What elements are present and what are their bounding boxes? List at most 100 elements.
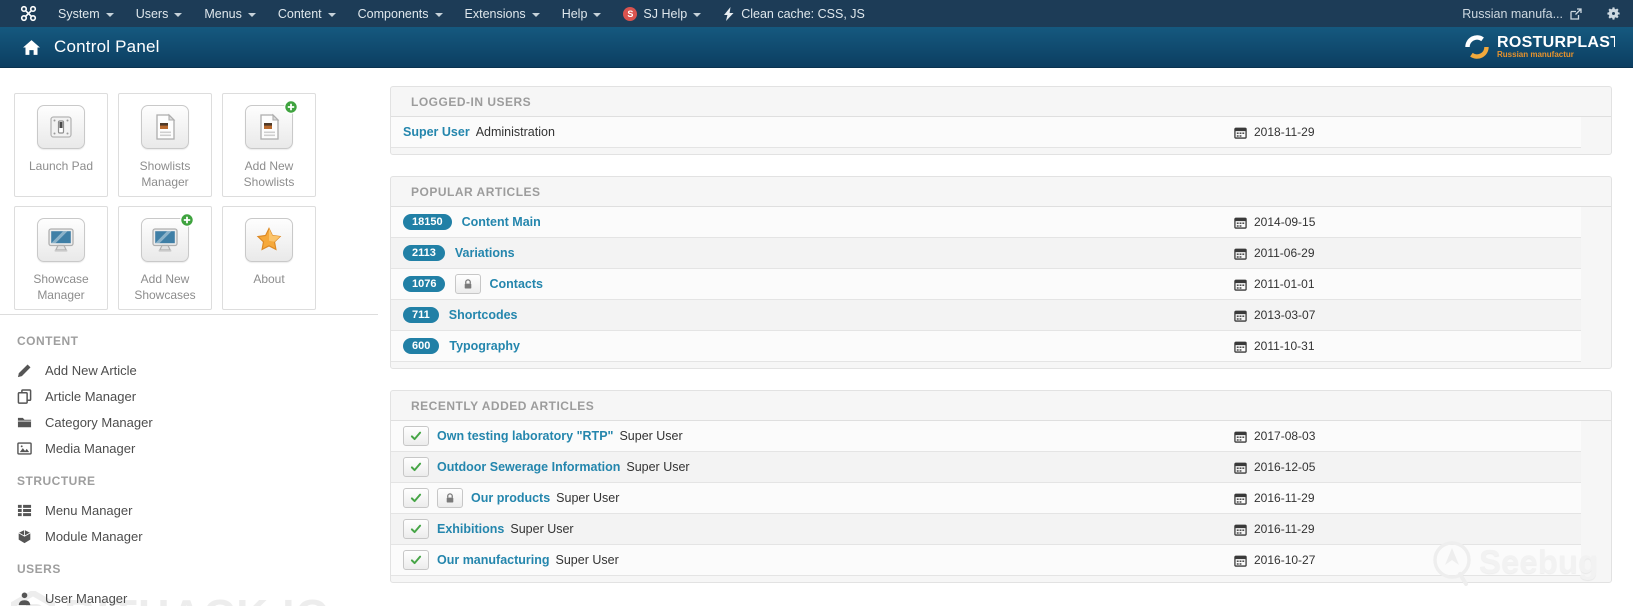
published-check-button[interactable] bbox=[403, 457, 429, 477]
sidebar-item-article-manager[interactable]: Article Manager bbox=[17, 383, 364, 409]
published-check-button[interactable] bbox=[403, 426, 429, 446]
recent-article-row: Own testing laboratory "RTP" Super User … bbox=[391, 421, 1581, 452]
hit-count-badge: 1076 bbox=[403, 276, 446, 292]
hit-count-badge: 18150 bbox=[403, 214, 452, 230]
menu-help[interactable]: Help bbox=[551, 0, 613, 27]
article-link[interactable]: Exhibitions bbox=[437, 522, 504, 536]
main-content: LOGGED-IN USERS Super User Administratio… bbox=[390, 68, 1612, 606]
article-link[interactable]: Content Main bbox=[462, 215, 541, 229]
checked-out-lock-button[interactable] bbox=[455, 274, 482, 294]
popular-article-row: 18150 Content Main 2014-09-15 bbox=[391, 207, 1581, 238]
brand-tagline: Russian manufactur bbox=[1497, 50, 1574, 59]
menu-sj-help[interactable]: S SJ Help bbox=[612, 0, 712, 27]
joomla-admin-screen: System Users Menus Content Components Ex… bbox=[0, 0, 1633, 606]
showcase-icon bbox=[47, 226, 75, 254]
panel-popular-articles: POPULAR ARTICLES 18150 Content Main 2014… bbox=[390, 176, 1612, 369]
chevron-down-icon bbox=[327, 12, 336, 17]
article-link[interactable]: Shortcodes bbox=[449, 308, 518, 322]
menu-system[interactable]: System bbox=[47, 0, 125, 27]
home-icon bbox=[22, 39, 41, 56]
article-author: Super User bbox=[510, 522, 574, 536]
image-icon bbox=[17, 441, 32, 456]
user-link[interactable]: Super User bbox=[403, 125, 470, 139]
menu-users[interactable]: Users bbox=[125, 0, 194, 27]
launchpad-icon bbox=[47, 113, 75, 141]
user-icon bbox=[17, 591, 32, 606]
tile-showlists-manager[interactable]: Showlists Manager bbox=[118, 93, 212, 197]
section-title-users: USERS bbox=[17, 562, 61, 576]
menu-menus[interactable]: Menus bbox=[193, 0, 267, 27]
published-check-button[interactable] bbox=[403, 519, 429, 539]
calendar-icon bbox=[1234, 492, 1247, 505]
sidebar: BITHACK.IO Launch Pad Showlists Manager … bbox=[0, 68, 378, 606]
popular-article-row: 600 Typography 2011-10-31 bbox=[391, 331, 1581, 362]
tile-add-new-showlists[interactable]: Add New Showlists bbox=[222, 93, 316, 197]
published-check-button[interactable] bbox=[403, 550, 429, 570]
panel-title: RECENTLY ADDED ARTICLES bbox=[391, 391, 1611, 421]
recent-article-row: Our products Super User 2016-11-29 bbox=[391, 483, 1581, 514]
sidebar-divider bbox=[0, 314, 378, 315]
calendar-icon bbox=[1234, 554, 1247, 567]
sj-help-badge-icon: S bbox=[623, 6, 638, 21]
sidebar-item-category-manager[interactable]: Category Manager bbox=[17, 409, 364, 435]
recent-article-row: Outdoor Sewerage Information Super User … bbox=[391, 452, 1581, 483]
article-link[interactable]: Contacts bbox=[489, 277, 542, 291]
article-link[interactable]: Typography bbox=[449, 339, 520, 353]
tile-showcase-manager[interactable]: Showcase Manager bbox=[14, 206, 108, 310]
panel-title: LOGGED-IN USERS bbox=[391, 87, 1611, 117]
menu-components[interactable]: Components bbox=[347, 0, 454, 27]
date-cell: 2018-11-29 bbox=[1234, 125, 1315, 139]
checked-out-lock-button[interactable] bbox=[437, 488, 463, 508]
list-icon bbox=[17, 503, 32, 518]
check-icon bbox=[410, 461, 422, 473]
sidebar-item-add-new-article[interactable]: Add New Article bbox=[17, 357, 364, 383]
calendar-icon bbox=[1234, 309, 1247, 322]
chevron-down-icon bbox=[593, 12, 602, 17]
gear-icon[interactable] bbox=[1606, 6, 1621, 21]
hit-count-badge: 711 bbox=[403, 307, 439, 323]
chevron-down-icon bbox=[693, 12, 702, 17]
showlist-icon bbox=[151, 113, 179, 141]
plus-badge-icon bbox=[284, 100, 298, 114]
clean-cache-button[interactable]: Clean cache: CSS, JS bbox=[712, 0, 876, 27]
article-link[interactable]: Outdoor Sewerage Information bbox=[437, 460, 620, 474]
popular-article-row: 711 Shortcodes 2013-03-07 bbox=[391, 300, 1581, 331]
chevron-down-icon bbox=[247, 12, 256, 17]
tile-about[interactable]: About bbox=[222, 206, 316, 310]
panel-title: POPULAR ARTICLES bbox=[391, 177, 1611, 207]
check-icon bbox=[410, 523, 422, 535]
published-check-button[interactable] bbox=[403, 488, 429, 508]
site-preview-link[interactable]: Russian manufa... bbox=[1462, 7, 1582, 21]
popular-article-row: 1076 Contacts 2011-01-01 bbox=[391, 269, 1581, 300]
sidebar-item-user-manager[interactable]: User Manager bbox=[17, 585, 364, 606]
sidebar-item-module-manager[interactable]: Module Manager bbox=[17, 523, 364, 549]
panel-logged-in-users: LOGGED-IN USERS Super User Administratio… bbox=[390, 86, 1612, 155]
quick-tiles: Launch Pad Showlists Manager Add New Sho… bbox=[14, 93, 316, 310]
article-link[interactable]: Our manufacturing bbox=[437, 553, 550, 567]
admin-menu: System Users Menus Content Components Ex… bbox=[47, 0, 876, 27]
article-link[interactable]: Own testing laboratory "RTP" bbox=[437, 429, 613, 443]
section-title-structure: STRUCTURE bbox=[17, 474, 96, 488]
menu-extensions[interactable]: Extensions bbox=[454, 0, 551, 27]
section-title-content: CONTENT bbox=[17, 334, 79, 348]
menu-content[interactable]: Content bbox=[267, 0, 347, 27]
calendar-icon bbox=[1234, 461, 1247, 474]
sidebar-item-menu-manager[interactable]: Menu Manager bbox=[17, 497, 364, 523]
tile-add-new-showcases[interactable]: Add New Showcases bbox=[118, 206, 212, 310]
check-icon bbox=[410, 492, 422, 504]
article-link[interactable]: Variations bbox=[455, 246, 515, 260]
chevron-down-icon bbox=[105, 12, 114, 17]
admin-menu-bar: System Users Menus Content Components Ex… bbox=[0, 0, 1633, 27]
tile-launch-pad[interactable]: Launch Pad bbox=[14, 93, 108, 197]
plus-badge-icon bbox=[180, 213, 194, 227]
external-link-icon bbox=[1570, 8, 1582, 20]
calendar-icon bbox=[1234, 216, 1247, 229]
logged-in-user-row: Super User Administration 2018-11-29 bbox=[391, 117, 1581, 148]
showlist-icon bbox=[255, 113, 283, 141]
calendar-icon bbox=[1234, 247, 1247, 260]
calendar-icon bbox=[1234, 523, 1247, 536]
popular-article-row: 2113 Variations 2011-06-29 bbox=[391, 238, 1581, 269]
sidebar-item-media-manager[interactable]: Media Manager bbox=[17, 435, 364, 461]
article-link[interactable]: Our products bbox=[471, 491, 550, 505]
check-icon bbox=[410, 430, 422, 442]
